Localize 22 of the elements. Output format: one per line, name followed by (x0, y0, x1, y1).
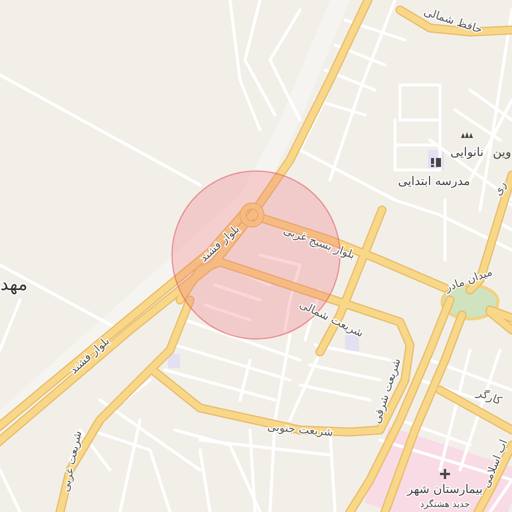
place-label: وین (492, 145, 512, 159)
street-label: کارگر (475, 386, 504, 408)
street-label: شریعت شرقی (370, 356, 404, 426)
school-area (168, 354, 180, 368)
school-icon (431, 158, 441, 167)
street-label: بلوار فشند (67, 334, 112, 376)
map-view[interactable]: حافظ شمالی بلوار فشند بلوار بسیج غربی میدان مادر شریعت شمالی بلوار فشند شریعت غربی شریعت شرقی شریعت جنوبی کارگر اب اسلامی ری مهد وین نانوایی مدرسه ابتدایی بیمارستان شهر جدید هشتگرد (0, 0, 512, 512)
street-label: شریعت جنوبی (266, 420, 334, 439)
street-label: شریعت غربی (58, 430, 84, 493)
hospital-cross-icon (438, 468, 452, 480)
street-label: شریعت شمالی (298, 298, 366, 340)
bakery-icon (461, 132, 473, 138)
street-label: بلوار بسیج غربی (282, 224, 357, 262)
place-label: مهد (0, 274, 28, 295)
street-label: میدان مادر (444, 265, 494, 294)
street-label: ری (491, 179, 509, 198)
street-label: بلوار فشند (197, 222, 242, 264)
street-label: حافظ شمالی (422, 5, 484, 36)
school-area (345, 335, 359, 351)
poi-label: جدید هشتگرد (420, 500, 470, 510)
poi-label: نانوایی (450, 145, 484, 159)
poi-label: مدرسه ابتدایی (398, 174, 470, 188)
